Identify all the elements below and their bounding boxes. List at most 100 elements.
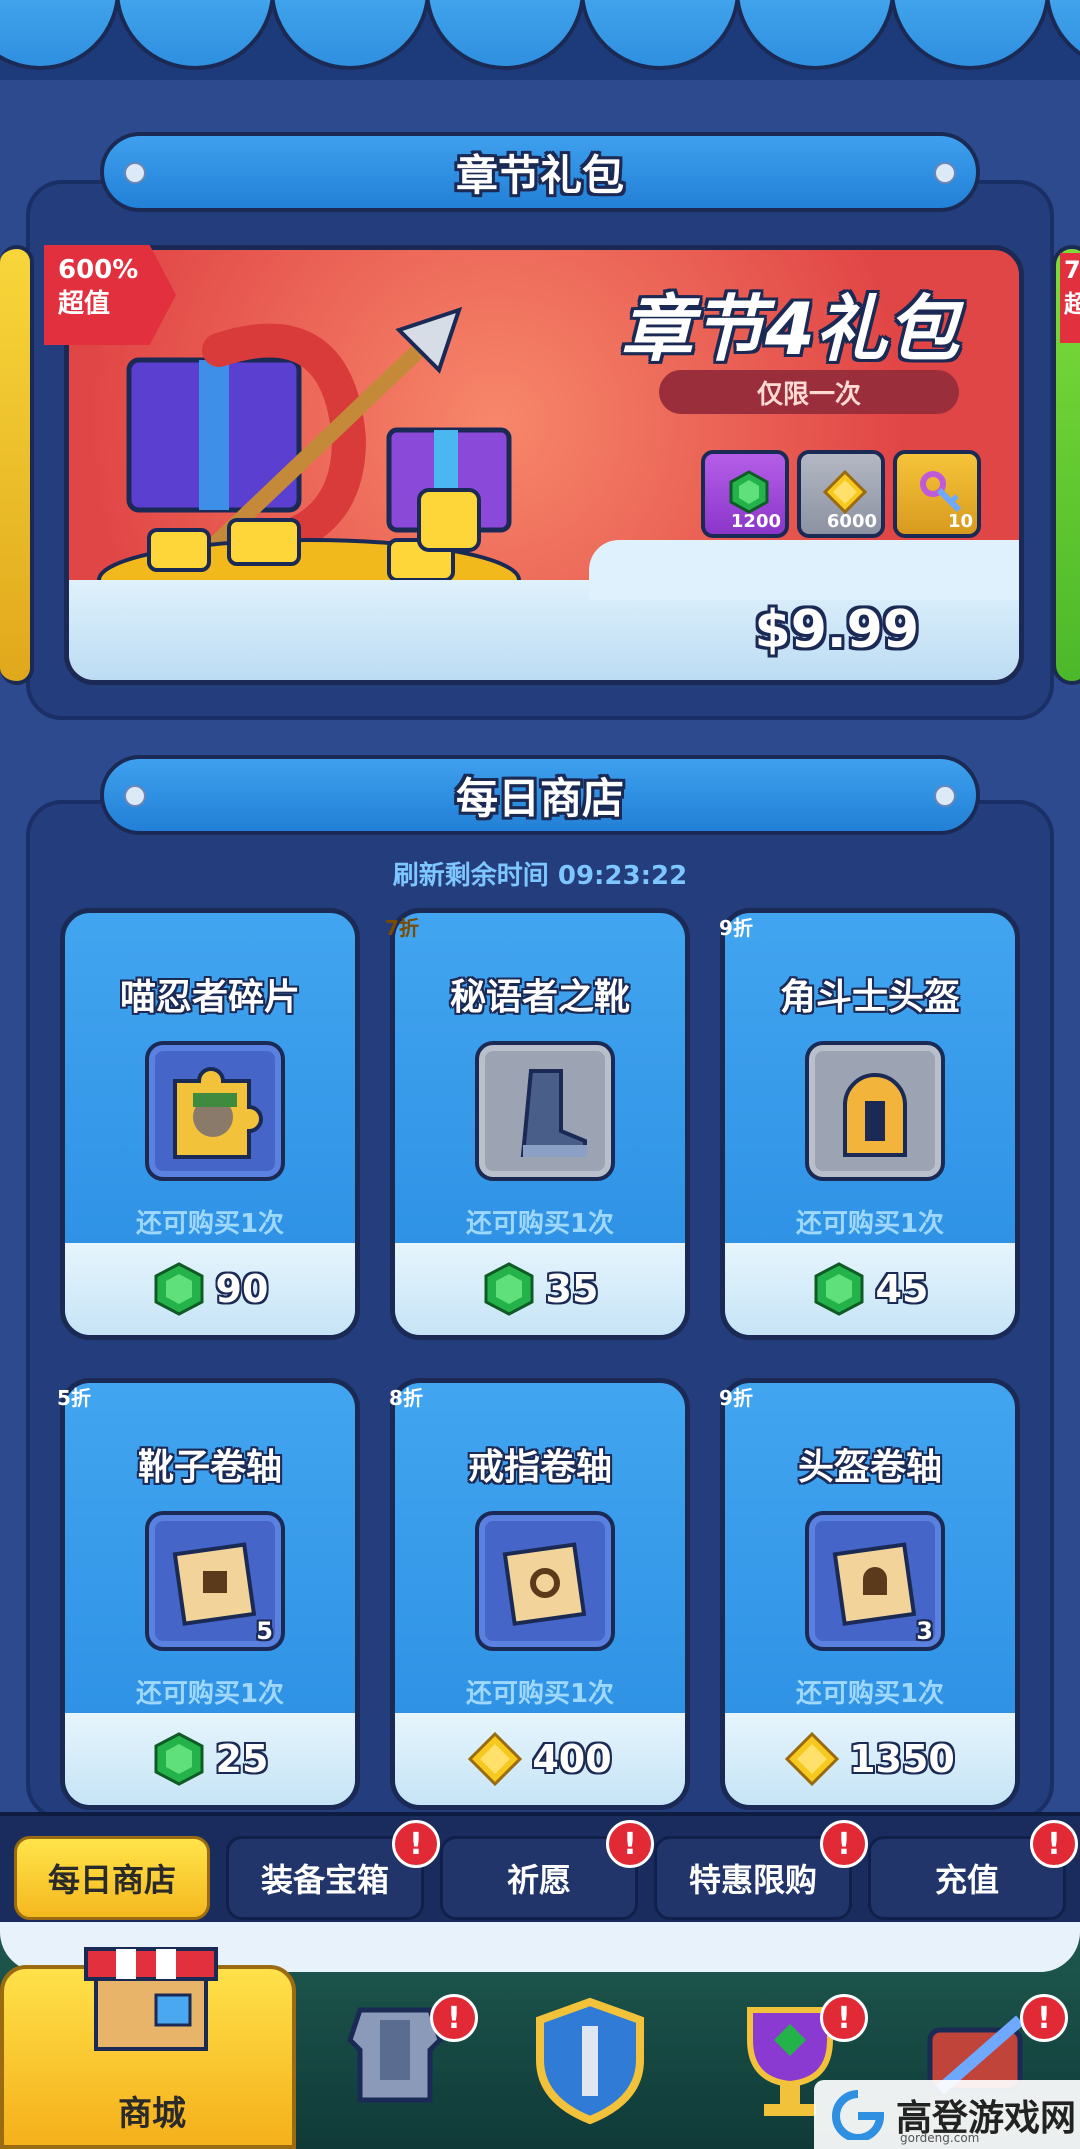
pack-title: 章节4礼包 <box>620 287 959 371</box>
awning-scallop <box>890 0 1050 70</box>
alert-badge-offers: ! <box>820 1820 868 1868</box>
gem-icon <box>154 1262 204 1316</box>
pack-artwork <box>97 306 521 610</box>
awning-scallop <box>735 0 895 70</box>
nav-shield-button[interactable] <box>530 1996 650 2126</box>
discount-badge: 8折 <box>376 1366 436 1426</box>
ninja-cat-shard-icon <box>145 1041 285 1181</box>
next-pack-badge-label: 超 <box>1064 290 1080 318</box>
helmet-icon <box>805 1041 945 1181</box>
discount-label: 9折 <box>719 1385 753 1410</box>
item-count: 3 <box>916 1617 933 1645</box>
discount-badge: 9折 <box>706 1366 766 1426</box>
coin-icon <box>468 1732 523 1786</box>
chapter-pack-heading: 章节礼包 <box>455 150 624 200</box>
item-cost: 1350 <box>849 1737 955 1781</box>
alert-badge-equipment: ! <box>392 1820 440 1868</box>
gladiator-helmet-icon <box>843 1073 907 1157</box>
chapter-pack-ribbon: 章节礼包 <box>100 132 980 212</box>
awning-scallop <box>425 0 585 70</box>
daily-shop-ribbon: 每日商店 <box>100 755 980 835</box>
item-name: 角斗士头盔 <box>779 977 960 1018</box>
gem-icon <box>729 470 769 514</box>
discount-badge: 7折 <box>372 896 432 956</box>
rivet-icon <box>124 785 146 807</box>
reward-coin: 6000 <box>797 450 885 538</box>
discount-label: 7折 <box>385 915 419 940</box>
shop-item-ring-scroll[interactable]: 戒指卷轴 还可购买1次 400 <box>390 1378 690 1810</box>
alert-badge-crossed: ! <box>1020 1994 1068 2042</box>
boot-icon <box>520 1069 587 1157</box>
awning-scallop <box>580 0 740 70</box>
daily-shop-heading: 每日商店 <box>455 773 624 823</box>
item-price-bar[interactable]: 25 <box>65 1713 355 1805</box>
value-badge-label: 超值 <box>58 289 111 319</box>
watermark-sub: gordeng.com <box>900 2131 980 2145</box>
shop-item-gladiator-helmet[interactable]: 角斗士头盔 还可购买1次 45 <box>720 908 1020 1340</box>
shop-item-ninja-shard[interactable]: 喵忍者碎片 还可购买1次 90 <box>60 908 360 1340</box>
alert-badge-recharge: ! <box>1030 1820 1078 1868</box>
item-purchase-limit: 还可购买1次 <box>465 1209 615 1239</box>
awning-scallop <box>1045 0 1080 70</box>
prev-pack-card[interactable] <box>0 245 34 685</box>
chapter-4-pack-card[interactable]: 章节4礼包 仅限一次 1200 6000 10 $9.99 <box>64 245 1024 685</box>
shop-item-whisper-boots[interactable]: 秘语者之靴 还可购买1次 35 <box>390 908 690 1340</box>
alert-badge-armor: ! <box>430 1994 478 2042</box>
shop-tab-bar: 每日商店 装备宝箱 祈愿 特惠限购 充值 ! ! ! ! <box>0 1812 1080 1922</box>
shop-item-boots-scroll[interactable]: 靴子卷轴 5 还可购买1次 25 <box>60 1378 360 1810</box>
item-name: 戒指卷轴 <box>467 1447 612 1488</box>
alert-badge-wish: ! <box>606 1820 654 1868</box>
item-price-bar[interactable]: 1350 <box>725 1713 1015 1805</box>
item-price-bar[interactable]: 400 <box>395 1713 685 1805</box>
item-cost: 45 <box>875 1267 929 1311</box>
boots-icon <box>475 1041 615 1181</box>
shop-stall-icon <box>84 1947 218 2051</box>
nav-shop-label: 商城 <box>118 2094 186 2134</box>
awning-scallop <box>270 0 430 70</box>
nav-shop-button[interactable]: 商城 <box>0 1947 296 2149</box>
gem-icon <box>154 1732 204 1786</box>
rivet-icon <box>934 162 956 184</box>
item-count: 5 <box>256 1617 273 1645</box>
item-purchase-limit: 还可购买1次 <box>135 1209 285 1239</box>
reward-gem-amount: 1200 <box>730 511 781 532</box>
item-price-bar[interactable]: 35 <box>395 1243 685 1335</box>
next-pack-badge-percent: 75 <box>1064 256 1080 284</box>
item-name: 秘语者之靴 <box>449 977 630 1018</box>
next-pack-card[interactable]: 75 超 <box>1052 245 1080 685</box>
shop-item-helmet-scroll[interactable]: 头盔卷轴 3 还可购买1次 1350 <box>720 1378 1020 1810</box>
scroll-icon: 5 <box>145 1511 285 1651</box>
item-cost: 25 <box>215 1737 269 1781</box>
tab-daily-shop[interactable]: 每日商店 <box>14 1836 210 1920</box>
reward-key: 10 <box>893 450 981 538</box>
puzzle-piece-icon <box>173 1067 263 1159</box>
item-price-bar[interactable]: 90 <box>65 1243 355 1335</box>
scroll-icon <box>502 1542 587 1626</box>
reward-coin-amount: 6000 <box>826 511 877 532</box>
next-pack-value-badge: 75 超 <box>1060 253 1080 343</box>
reward-key-amount: 10 <box>947 511 973 532</box>
reward-gem: 1200 <box>701 450 789 538</box>
item-cost: 35 <box>545 1267 599 1311</box>
coin-icon <box>785 1732 840 1786</box>
pack-price[interactable]: $9.99 <box>755 600 919 660</box>
awning-scallop <box>115 0 275 70</box>
coin-icon <box>823 470 867 514</box>
alert-badge-trophy: ! <box>820 1994 868 2042</box>
discount-badge: 9折 <box>706 896 766 956</box>
refresh-timer: 刷新剩余时间 09:23:22 <box>392 861 688 891</box>
item-purchase-limit: 还可购买1次 <box>465 1679 615 1709</box>
watermark-logo-icon <box>832 2089 885 2140</box>
discount-label: 9折 <box>719 915 753 940</box>
discount-label: 8折 <box>389 1385 423 1410</box>
gem-icon <box>484 1262 534 1316</box>
item-price-bar[interactable]: 45 <box>725 1243 1015 1335</box>
key-icon <box>920 471 962 513</box>
item-name: 头盔卷轴 <box>797 1447 942 1488</box>
item-cost: 400 <box>532 1737 612 1781</box>
rivet-icon <box>124 162 146 184</box>
site-watermark: 高登游戏网 gordeng.com <box>814 2080 1080 2149</box>
item-cost: 90 <box>215 1267 269 1311</box>
shop-awning <box>0 0 1080 80</box>
rivet-icon <box>934 785 956 807</box>
